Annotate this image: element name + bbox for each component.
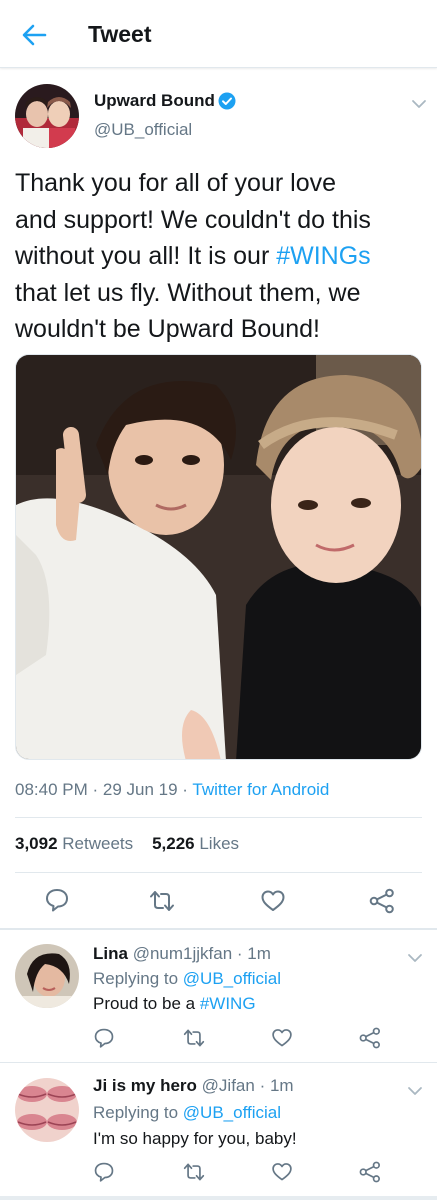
like-icon[interactable] — [260, 888, 286, 914]
reply-header: Lina @num1jjkfan · 1m — [93, 944, 271, 963]
reply-author-name[interactable]: Lina — [93, 944, 128, 963]
tweet-stats: 3,092 Retweets 5,226 Likes — [15, 834, 239, 854]
replying-to: Replying to @UB_official — [93, 969, 281, 988]
author-name[interactable]: Upward Bound — [94, 91, 215, 111]
reply-time: 1m — [269, 1076, 294, 1095]
likes-stat[interactable]: 5,226 Likes — [152, 834, 239, 853]
retweet-icon[interactable] — [183, 1027, 205, 1049]
replying-to-link[interactable]: @UB_official — [183, 1103, 281, 1122]
reply-author-name[interactable]: Ji is my hero — [93, 1076, 197, 1095]
like-icon[interactable] — [271, 1027, 293, 1049]
reply-text: Proud to be a #WING — [93, 994, 256, 1013]
retweet-icon[interactable] — [149, 888, 175, 914]
tweet-photo[interactable] — [15, 354, 422, 760]
tweet-date: 29 Jun 19 — [102, 780, 178, 799]
back-arrow-icon[interactable] — [18, 19, 50, 51]
verified-badge-icon — [218, 92, 236, 110]
share-icon[interactable] — [359, 1027, 381, 1049]
author-handle[interactable]: @UB_official — [94, 120, 192, 140]
divider — [15, 872, 422, 873]
divider — [0, 928, 437, 930]
replying-to-link[interactable]: @UB_official — [183, 969, 281, 988]
reply-time: 1m — [247, 944, 271, 963]
reply-icon[interactable] — [44, 887, 70, 913]
reply-icon[interactable] — [93, 1027, 115, 1049]
tweet-text: Thank you for all of your love and suppo… — [15, 169, 371, 343]
reply-avatar[interactable] — [15, 944, 79, 1008]
replying-to: Replying to @UB_official — [93, 1103, 281, 1122]
author-avatar[interactable] — [15, 84, 79, 148]
reply-header: Ji is my hero @Jifan · 1m — [93, 1076, 294, 1095]
reply-text: I'm so happy for you, baby! — [93, 1129, 297, 1148]
hashtag-link[interactable]: #WINGs — [276, 242, 370, 270]
tweet-meta: 08:40 PM · 29 Jun 19 · Twitter for Andro… — [15, 780, 330, 799]
reply-author-handle[interactable]: @num1jjkfan — [133, 944, 232, 963]
divider — [0, 1062, 437, 1063]
hashtag-link[interactable]: #WING — [200, 994, 256, 1013]
chevron-down-icon[interactable] — [411, 96, 427, 108]
divider — [0, 1196, 437, 1200]
reply-author-handle[interactable]: @Jifan — [202, 1076, 255, 1095]
tweet-time: 08:40 PM — [15, 780, 88, 799]
retweets-stat[interactable]: 3,092 Retweets — [15, 834, 133, 853]
page-title: Tweet — [88, 21, 152, 47]
share-icon[interactable] — [369, 888, 395, 914]
reply-icon[interactable] — [93, 1161, 115, 1183]
tweet-source-link[interactable]: Twitter for Android — [192, 780, 329, 799]
chevron-down-icon[interactable] — [407, 950, 423, 962]
divider — [15, 817, 422, 818]
retweet-icon[interactable] — [183, 1161, 205, 1183]
top-bar: Tweet — [0, 0, 437, 68]
share-icon[interactable] — [359, 1161, 381, 1183]
like-icon[interactable] — [271, 1161, 293, 1183]
reply-avatar[interactable] — [15, 1078, 79, 1142]
chevron-down-icon[interactable] — [407, 1083, 423, 1095]
